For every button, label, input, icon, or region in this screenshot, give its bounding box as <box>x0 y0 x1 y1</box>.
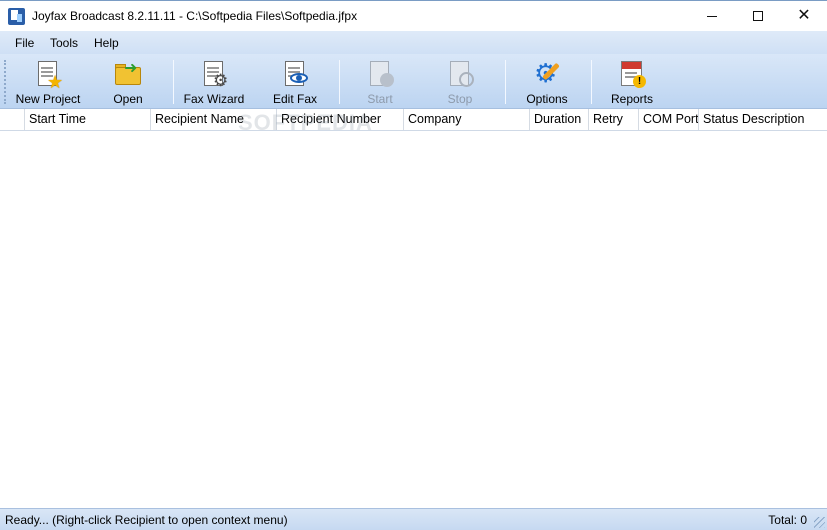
status-message: Ready... (Right-click Recipient to open … <box>5 513 288 527</box>
toolbar-separator <box>505 60 506 104</box>
menu-help[interactable]: Help <box>94 36 119 50</box>
column-company[interactable]: Company <box>404 109 530 130</box>
column-start-time[interactable]: Start Time <box>24 109 151 130</box>
toolbar-separator <box>339 60 340 104</box>
edit-fax-label: Edit Fax <box>272 92 317 106</box>
status-bar: Ready... (Right-click Recipient to open … <box>0 508 827 530</box>
close-icon: ✕ <box>797 7 811 24</box>
menu-bar: File Tools Help <box>0 31 827 54</box>
title-bar: Joyfax Broadcast 8.2.11.11 - C:\Softpedi… <box>0 0 827 31</box>
column-com-port[interactable]: COM Port <box>639 109 699 130</box>
toolbar-separator <box>173 60 174 104</box>
new-project-label: New Project <box>15 92 81 106</box>
stop-button[interactable]: Stop <box>434 54 486 109</box>
column-recipient-number[interactable]: Recipient Number <box>277 109 404 130</box>
new-project-icon: ★ <box>33 59 63 91</box>
minimize-button[interactable] <box>689 1 735 31</box>
column-status-description[interactable]: Status Description <box>699 109 827 130</box>
window-title: Joyfax Broadcast 8.2.11.11 - C:\Softpedi… <box>32 9 358 23</box>
minimize-icon <box>707 15 717 17</box>
close-button[interactable]: ✕ <box>781 1 827 31</box>
recipient-list[interactable] <box>0 131 827 508</box>
edit-fax-icon <box>280 59 310 89</box>
options-gear-icon: ⚙ <box>532 59 562 89</box>
fax-wizard-icon: ⚙ <box>199 59 229 89</box>
open-label: Open <box>113 92 143 106</box>
list-header: Start Time Recipient Name Recipient Numb… <box>0 109 827 131</box>
open-folder-icon: ➜ <box>113 59 143 89</box>
status-total: Total: 0 <box>768 513 807 527</box>
reports-label: Reports <box>610 92 654 106</box>
stop-label: Stop <box>447 92 473 106</box>
start-icon <box>365 59 395 89</box>
maximize-icon <box>753 11 763 21</box>
options-button[interactable]: ⚙ Options <box>520 54 574 109</box>
open-button[interactable]: ➜ Open <box>100 54 156 109</box>
menu-file[interactable]: File <box>15 36 34 50</box>
options-label: Options <box>526 92 568 106</box>
resize-grip-icon[interactable] <box>814 517 825 528</box>
reports-button[interactable]: ! Reports <box>604 54 660 109</box>
maximize-button[interactable] <box>735 1 781 31</box>
fax-wizard-button[interactable]: ⚙ Fax Wizard <box>182 54 246 109</box>
new-project-button[interactable]: ★ New Project <box>13 54 83 109</box>
edit-fax-button[interactable]: Edit Fax <box>268 54 322 109</box>
start-button[interactable]: Start <box>354 54 406 109</box>
toolbar-separator <box>591 60 592 104</box>
toolbar: ★ New Project ➜ Open ⚙ Fax Wizard Edit F… <box>0 54 827 109</box>
column-retry[interactable]: Retry <box>589 109 639 130</box>
fax-wizard-label: Fax Wizard <box>183 92 245 106</box>
menu-tools[interactable]: Tools <box>50 36 78 50</box>
app-icon <box>8 8 25 25</box>
toolbar-grip[interactable] <box>4 60 7 104</box>
start-label: Start <box>367 92 393 106</box>
column-recipient-name[interactable]: Recipient Name <box>151 109 277 130</box>
stop-icon <box>445 59 475 89</box>
column-duration[interactable]: Duration <box>530 109 589 130</box>
reports-icon: ! <box>617 59 647 89</box>
